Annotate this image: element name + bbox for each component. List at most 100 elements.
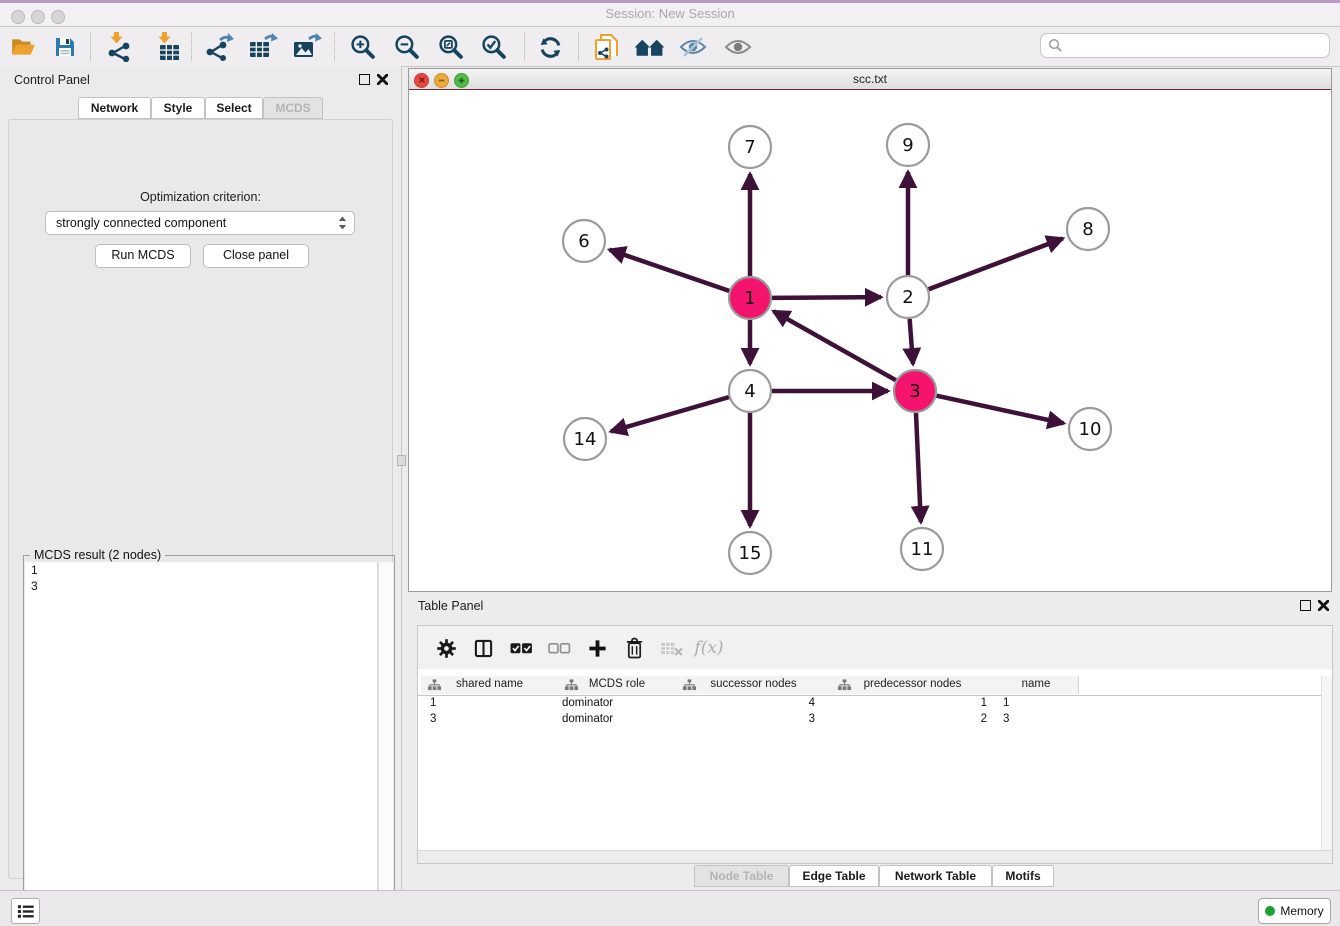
mcds-result-area[interactable]: 1 3 bbox=[25, 562, 378, 924]
network-graph: 7968124314101511 bbox=[409, 90, 1331, 591]
add-column-button[interactable] bbox=[582, 633, 612, 663]
column-header-name[interactable]: name bbox=[994, 676, 1079, 694]
node-label-2: 2 bbox=[902, 287, 913, 308]
float-panel-icon[interactable] bbox=[359, 74, 370, 85]
unselect-all-columns-button[interactable] bbox=[544, 633, 574, 663]
tab-motifs[interactable]: Motifs bbox=[992, 865, 1054, 887]
vertical-splitter-handle[interactable] bbox=[397, 455, 406, 466]
toolbar-separator bbox=[524, 32, 525, 61]
open-file-button[interactable] bbox=[7, 31, 39, 63]
import-table-button[interactable] bbox=[151, 31, 183, 63]
export-network-icon bbox=[204, 33, 234, 61]
memory-label: Memory bbox=[1280, 904, 1323, 918]
column-header-successor-nodes[interactable]: successor nodes bbox=[676, 676, 832, 694]
gear-icon bbox=[437, 639, 456, 658]
mcds-result-line: 3 bbox=[25, 578, 377, 594]
search-input[interactable] bbox=[1069, 38, 1323, 54]
node-label-4: 4 bbox=[744, 381, 755, 402]
table-options-button[interactable] bbox=[431, 633, 461, 663]
edge-2-3[interactable] bbox=[910, 319, 913, 364]
mcds-result-line: 1 bbox=[25, 562, 377, 578]
export-network-button[interactable] bbox=[203, 31, 235, 63]
node-label-14: 14 bbox=[574, 429, 597, 450]
tab-style[interactable]: Style bbox=[151, 97, 205, 119]
control-panel-titlebar: Control Panel bbox=[0, 66, 401, 94]
edge-4-14[interactable] bbox=[611, 397, 729, 431]
close-panel-icon[interactable] bbox=[377, 74, 388, 85]
function-builder-button: f(x) bbox=[694, 633, 724, 663]
zoom-out-button[interactable] bbox=[391, 31, 423, 63]
edge-2-8[interactable] bbox=[929, 239, 1063, 290]
edge-1-2[interactable] bbox=[772, 297, 881, 298]
edge-3-10[interactable] bbox=[936, 396, 1063, 424]
tab-network[interactable]: Network bbox=[78, 97, 151, 119]
node-label-1: 1 bbox=[744, 288, 755, 309]
task-history-button[interactable] bbox=[11, 898, 40, 924]
import-network-icon bbox=[105, 32, 133, 62]
save-session-icon bbox=[53, 35, 77, 59]
zoom-selected-button[interactable] bbox=[478, 31, 510, 63]
toolbar-separator bbox=[191, 32, 192, 61]
show-all-button[interactable] bbox=[722, 31, 754, 63]
node-label-6: 6 bbox=[578, 231, 589, 252]
delete-columns-button[interactable] bbox=[619, 633, 649, 663]
control-panel-title: Control Panel bbox=[14, 73, 90, 87]
table-header-row: shared name MCDS role successor nodes pr… bbox=[418, 676, 1332, 696]
network-canvas[interactable]: 7968124314101511 bbox=[409, 90, 1331, 591]
duplicate-network-button[interactable] bbox=[590, 31, 622, 63]
edge-3-1[interactable] bbox=[774, 311, 896, 380]
tab-network-table[interactable]: Network Table bbox=[879, 865, 992, 887]
network-window-titlebar: scc.txt bbox=[409, 69, 1331, 90]
criterion-select[interactable]: strongly connected component bbox=[45, 211, 355, 235]
zoom-in-button[interactable] bbox=[347, 31, 379, 63]
table-vertical-scrollbar[interactable] bbox=[1321, 676, 1332, 851]
memory-button[interactable]: Memory bbox=[1258, 898, 1331, 924]
table-row[interactable]: 3 dominator 3 2 3 bbox=[418, 712, 1332, 728]
save-session-button[interactable] bbox=[49, 31, 81, 63]
table-panel-title: Table Panel bbox=[418, 599, 483, 613]
table-panel: Table Panel f(x) shared name bbox=[402, 592, 1340, 890]
close-table-panel-icon[interactable] bbox=[1318, 600, 1329, 611]
export-image-button[interactable] bbox=[291, 31, 323, 63]
table-horizontal-scrollbar[interactable] bbox=[418, 850, 1332, 863]
column-header-shared-name[interactable]: shared name bbox=[421, 676, 559, 694]
hide-selected-button[interactable] bbox=[677, 31, 709, 63]
select-all-columns-button[interactable] bbox=[506, 633, 536, 663]
export-table-button[interactable] bbox=[247, 31, 279, 63]
show-column-button[interactable] bbox=[468, 633, 498, 663]
edge-1-6[interactable] bbox=[610, 250, 730, 291]
columns-icon bbox=[474, 639, 493, 658]
toolbar-separator bbox=[578, 32, 579, 61]
close-panel-button[interactable]: Close panel bbox=[203, 244, 309, 268]
float-table-panel-icon[interactable] bbox=[1300, 600, 1311, 611]
run-mcds-button[interactable]: Run MCDS bbox=[95, 244, 191, 268]
table-row[interactable]: 1 dominator 4 1 1 bbox=[418, 696, 1332, 712]
status-bar: Memory bbox=[0, 890, 1340, 926]
edge-3-11[interactable] bbox=[916, 413, 921, 522]
zoom-out-icon bbox=[394, 34, 421, 61]
tab-select[interactable]: Select bbox=[205, 97, 263, 119]
import-table-icon bbox=[153, 32, 181, 62]
mcds-result-group: MCDS result (2 nodes) 1 3 bbox=[23, 555, 395, 926]
cell-predecessor-nodes: 2 bbox=[831, 713, 994, 725]
import-network-button[interactable] bbox=[103, 31, 135, 63]
search-box bbox=[1040, 33, 1330, 58]
tab-edge-table[interactable]: Edge Table bbox=[789, 865, 879, 887]
checked-boxes-icon bbox=[510, 642, 533, 655]
zoom-fit-button[interactable] bbox=[435, 31, 467, 63]
first-neighbors-icon bbox=[634, 35, 665, 60]
refresh-layout-button[interactable] bbox=[534, 31, 566, 63]
zoom-selected-icon bbox=[481, 34, 508, 61]
trash-icon bbox=[625, 637, 644, 660]
result-scrollbar[interactable] bbox=[378, 562, 393, 924]
toolbar-separator bbox=[334, 32, 335, 61]
control-panel: Control Panel Network Style Select MCDS … bbox=[0, 66, 402, 890]
tab-node-table[interactable]: Node Table bbox=[694, 865, 789, 887]
column-header-predecessor-nodes[interactable]: predecessor nodes bbox=[831, 676, 995, 694]
first-neighbors-button[interactable] bbox=[633, 31, 665, 63]
tab-mcds[interactable]: MCDS bbox=[263, 97, 323, 119]
zoom-in-icon bbox=[350, 34, 377, 61]
node-table-container: f(x) shared name MCDS role successor nod… bbox=[417, 625, 1333, 864]
zoom-fit-icon bbox=[438, 34, 465, 61]
column-header-mcds-role[interactable]: MCDS role bbox=[558, 676, 677, 694]
